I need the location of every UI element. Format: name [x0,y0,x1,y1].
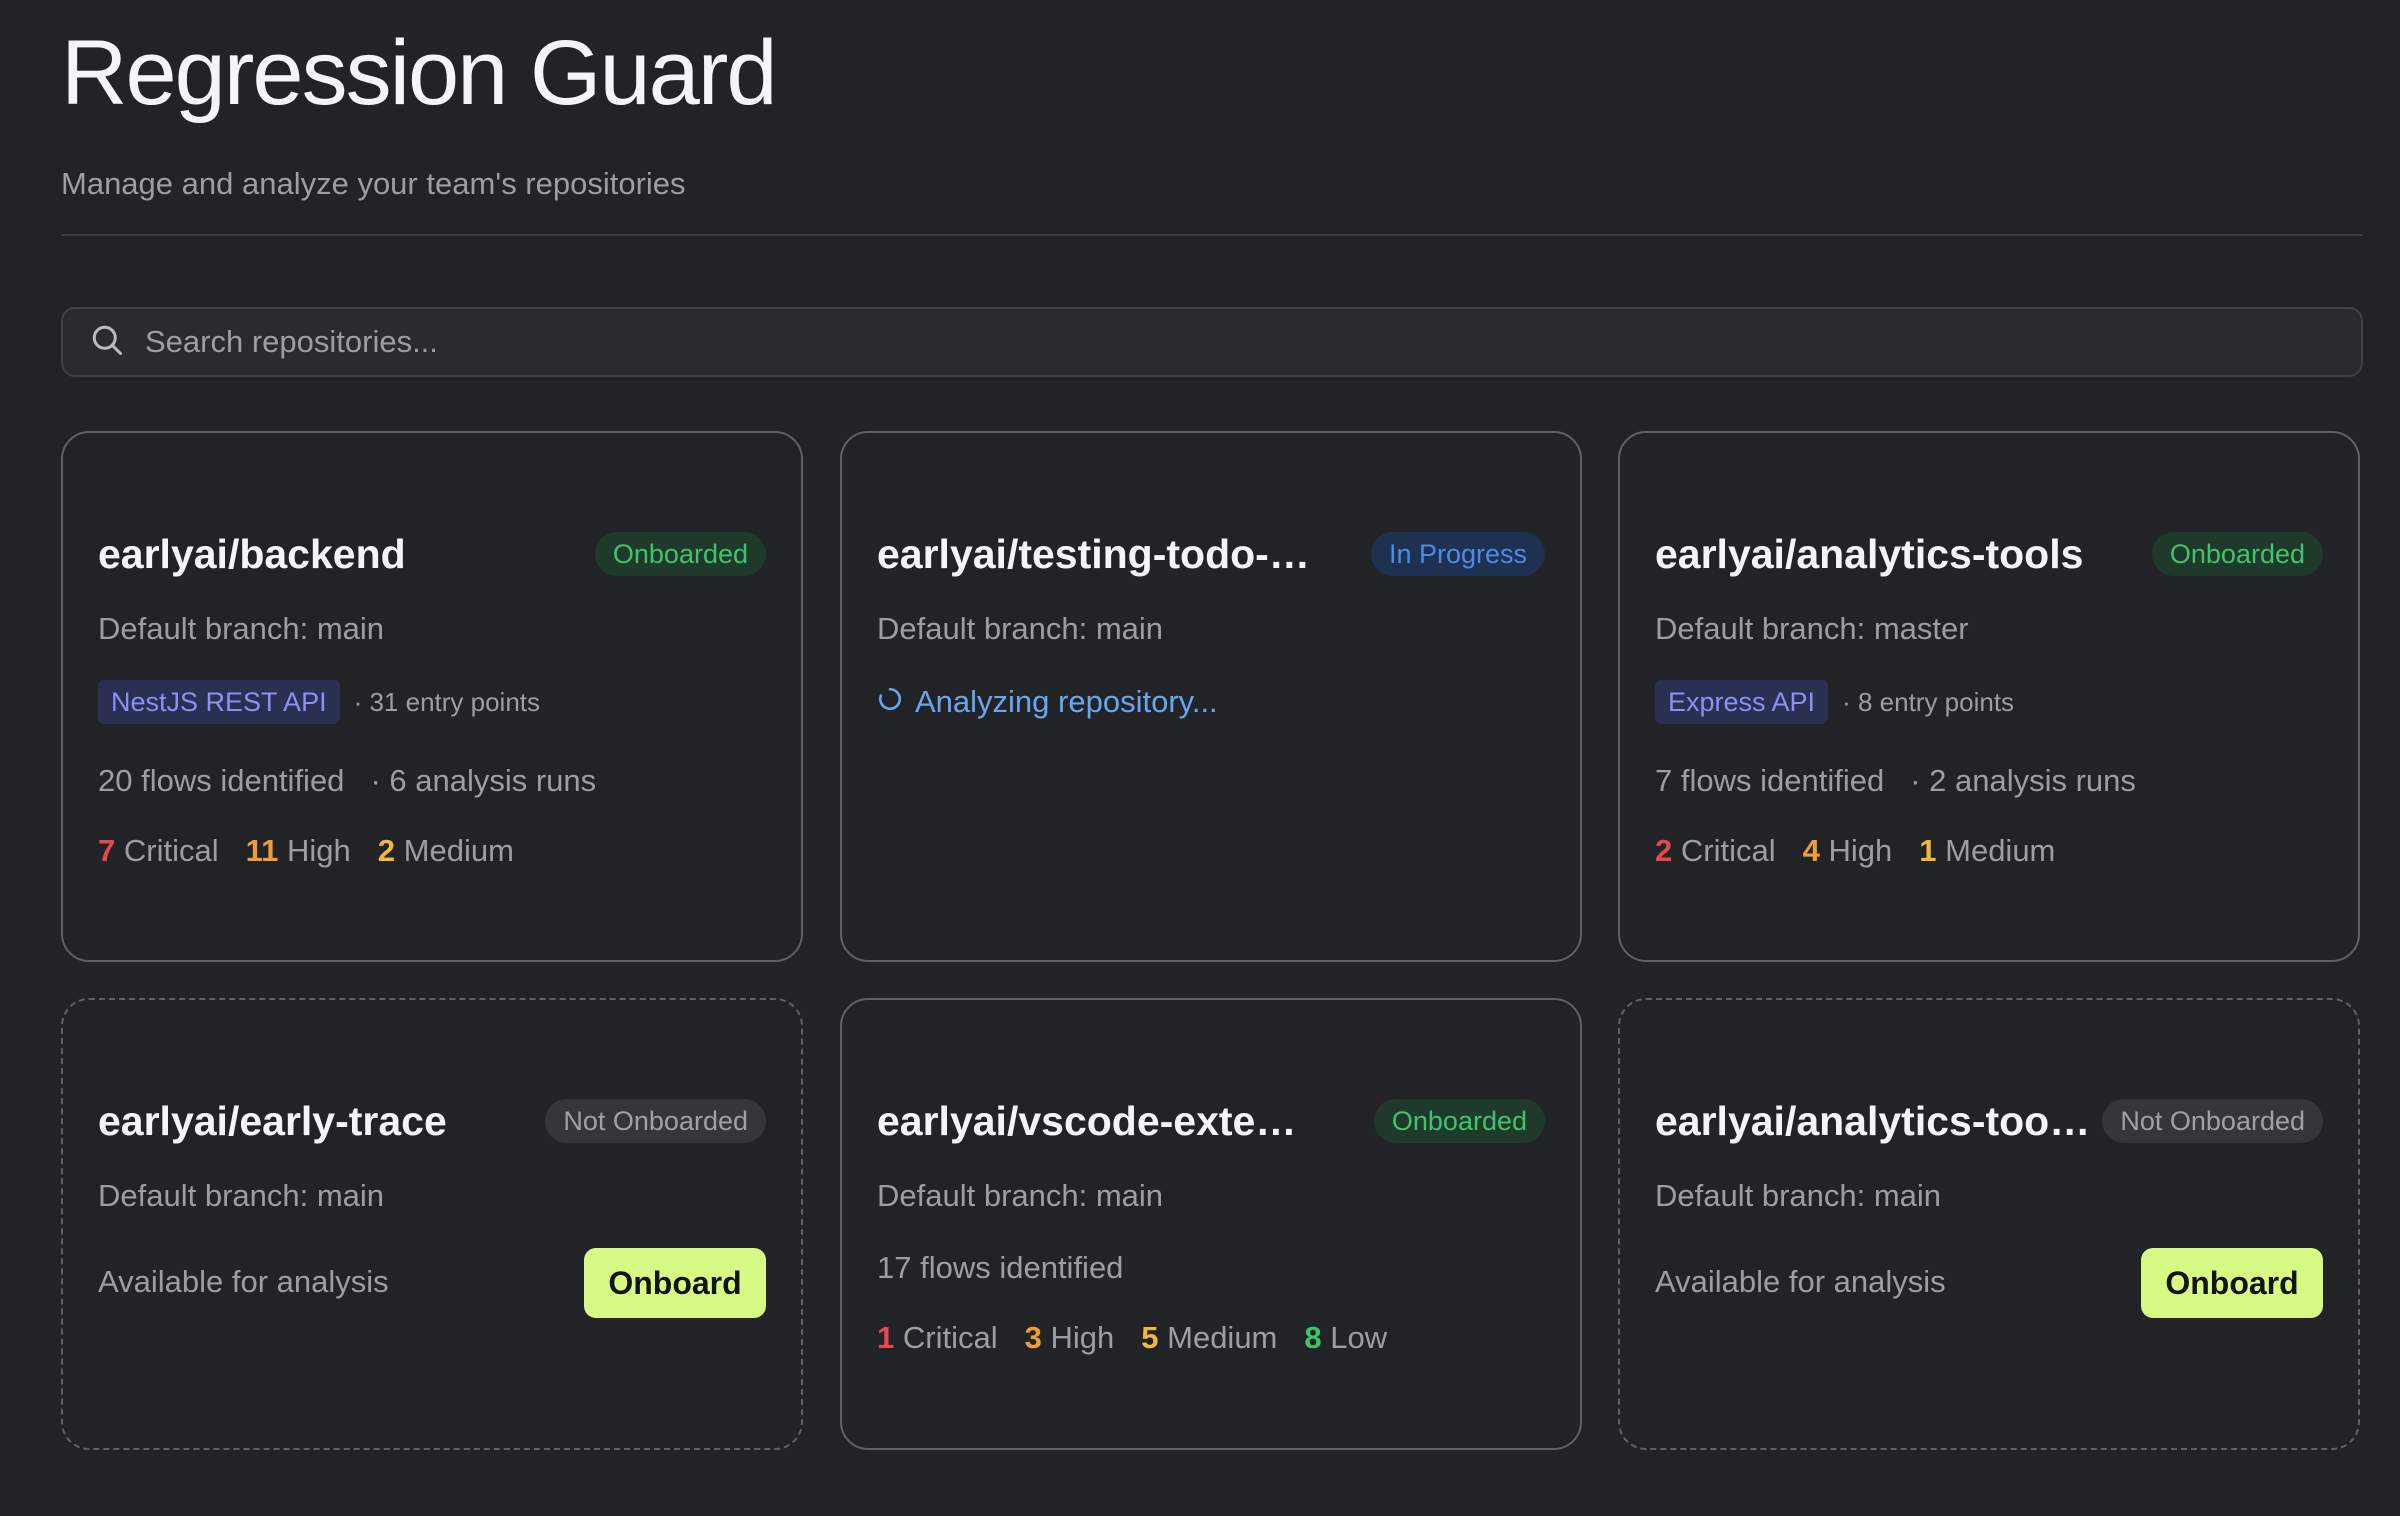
repo-name: earlyai/analytics-tools-... [1655,1098,2095,1144]
framework-row: Express API · 8 entry points [1655,680,2014,724]
flows-row: 7 flows identified · 2 analysis runs [1655,761,2136,801]
search-icon [89,322,125,363]
analyzing-status: Analyzing repository... [877,680,1218,724]
onboard-button[interactable]: Onboard [584,1248,766,1318]
search-bar[interactable] [61,307,2363,377]
analysis-runs: · 2 analysis runs [1910,763,2136,798]
repo-name: earlyai/analytics-tools [1655,531,2084,577]
repo-name: earlyai/vscode-extension [877,1098,1317,1144]
default-branch: Default branch: master [1655,611,1969,646]
repo-card[interactable]: earlyai/early-trace Not Onboarded Defaul… [61,998,803,1450]
status-badge: Onboarded [2151,532,2323,576]
severity-row: 1 Critical 3 High 5 Medium 8 Low [877,1318,1414,1358]
repo-card[interactable]: earlyai/testing-todo-app In Progress Def… [840,431,1582,962]
flows-count: 20 flows identified [98,763,345,798]
onboard-button[interactable]: Onboard [2141,1248,2323,1318]
severity-high: 11 High [245,833,351,868]
flows-count: 7 flows identified [1655,763,1885,798]
severity-medium: 1 Medium [1919,833,2056,868]
status-badge: Onboarded [594,532,766,576]
default-branch: Default branch: main [877,1178,1164,1213]
availability-text: Available for analysis [98,1264,389,1299]
severity-low: 8 Low [1304,1320,1388,1355]
entry-points: · 8 entry points [1842,686,2015,717]
default-branch: Default branch: main [98,611,385,646]
loading-spinner-icon [877,684,915,720]
severity-critical: 2 Critical [1655,833,1776,868]
repo-card[interactable]: earlyai/analytics-tools-... Not Onboarde… [1618,998,2360,1450]
default-branch: Default branch: main [1655,1178,1942,1213]
repo-name: earlyai/early-trace [98,1098,447,1144]
severity-row: 2 Critical 4 High 1 Medium [1655,831,2082,871]
repo-name: earlyai/testing-todo-app [877,531,1317,577]
severity-critical: 1 Critical [877,1320,998,1355]
flows-row: 20 flows identified · 6 analysis runs [98,761,596,801]
repo-card[interactable]: earlyai/vscode-extension Onboarded Defau… [840,998,1582,1450]
repo-card[interactable]: earlyai/analytics-tools Onboarded Defaul… [1618,431,2360,962]
repo-card[interactable]: earlyai/backend Onboarded Default branch… [61,431,803,962]
header-divider [61,234,2363,236]
status-badge: Not Onboarded [545,1099,766,1143]
search-input[interactable] [145,324,2295,360]
severity-critical: 7 Critical [98,833,219,868]
page-subtitle: Manage and analyze your team's repositor… [61,166,686,201]
severity-row: 7 Critical 11 High 2 Medium [98,831,541,871]
framework-row: NestJS REST API · 31 entry points [98,680,540,724]
page-title: Regression Guard [61,22,778,124]
flows-row: 17 flows identified [877,1248,1123,1288]
repo-name: earlyai/backend [98,531,406,577]
severity-high: 3 High [1024,1320,1115,1355]
default-branch: Default branch: main [98,1178,385,1213]
page: Regression Guard Manage and analyze your… [0,0,2400,1516]
framework-tag: NestJS REST API [98,680,340,724]
entry-points: · 31 entry points [353,686,541,717]
framework-tag: Express API [1655,680,1829,724]
analyzing-label: Analyzing repository... [915,684,1218,719]
analysis-runs: · 6 analysis runs [370,763,597,798]
default-branch: Default branch: main [877,611,1164,646]
flows-count: 17 flows identified [877,1250,1124,1285]
severity-medium: 5 Medium [1141,1320,1278,1355]
status-badge: Not Onboarded [2102,1099,2323,1143]
status-badge: Onboarded [1373,1099,1545,1143]
status-badge: In Progress [1370,532,1545,576]
severity-high: 4 High [1802,833,1893,868]
severity-medium: 2 Medium [377,833,514,868]
availability-text: Available for analysis [1655,1264,1946,1299]
